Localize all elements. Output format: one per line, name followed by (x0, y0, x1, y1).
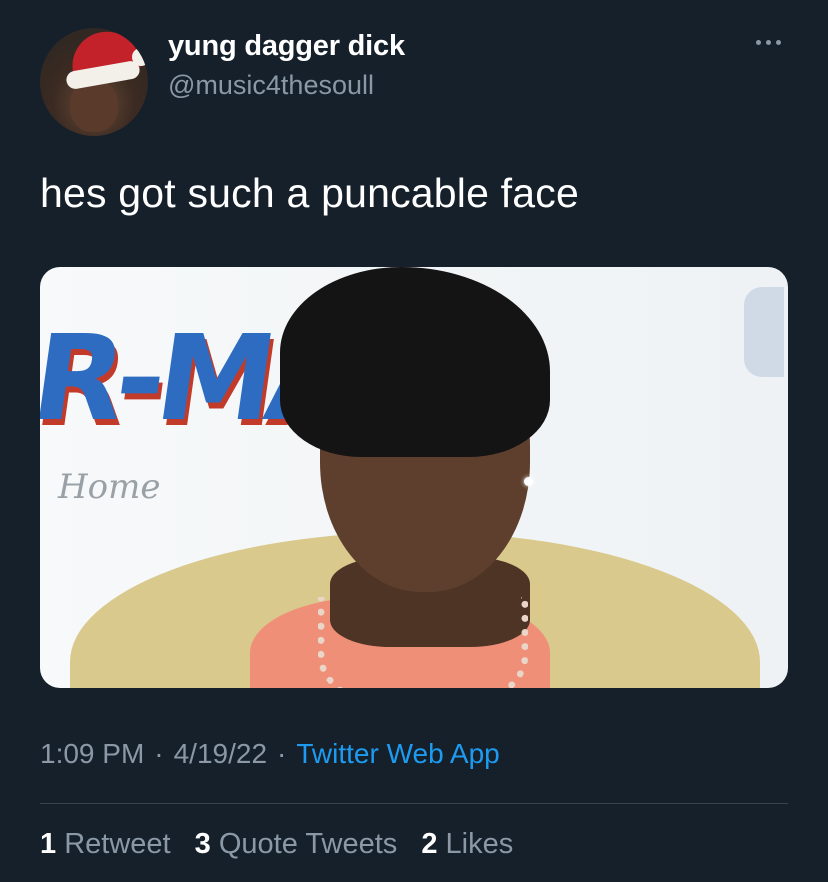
more-dot (776, 40, 781, 45)
quote-count: 3 (194, 828, 211, 860)
quote-tweets-stat[interactable]: 3 Quote Tweets (195, 828, 398, 860)
likes-stat[interactable]: 2 Likes (421, 828, 513, 860)
tweet-photo[interactable]: R-MA Home (40, 267, 788, 688)
photo-beanie (280, 267, 550, 457)
quote-label: Quote Tweets (218, 828, 398, 860)
avatar[interactable] (40, 28, 148, 136)
like-label: Likes (445, 828, 514, 860)
tweet-source-link[interactable]: Twitter Web App (296, 738, 499, 769)
more-dot (766, 40, 771, 45)
santa-hat-pom-shape (132, 48, 148, 66)
meta-separator: · (277, 738, 287, 769)
tweet-text: hes got such a puncable face (40, 170, 579, 216)
more-dot (756, 40, 761, 45)
tweet-stats: 1 Retweet 3 Quote Tweets 2 Likes (40, 828, 529, 861)
tweet-detail: yung dagger dick @music4thesoull hes got… (0, 0, 828, 882)
poster-side-mark (744, 287, 784, 377)
tweet-time[interactable]: 1:09 PM (40, 738, 144, 769)
retweet-count: 1 (40, 828, 57, 860)
tweet-meta: 1:09 PM · 4/19/22 · Twitter Web App (40, 738, 500, 770)
user-handle[interactable]: @music4thesoull (168, 70, 374, 101)
tweet-date[interactable]: 4/19/22 (174, 738, 267, 769)
meta-separator: · (154, 738, 164, 769)
retweets-stat[interactable]: 1 Retweet (40, 828, 171, 860)
like-count: 2 (421, 828, 438, 860)
photo-necklace (318, 597, 528, 688)
photo-earring (524, 477, 533, 486)
display-name[interactable]: yung dagger dick (168, 30, 405, 63)
divider (40, 803, 788, 804)
retweet-label: Retweet (64, 828, 171, 860)
poster-subtitle-text: Home (58, 467, 161, 507)
more-horizontal-icon[interactable] (752, 34, 785, 51)
